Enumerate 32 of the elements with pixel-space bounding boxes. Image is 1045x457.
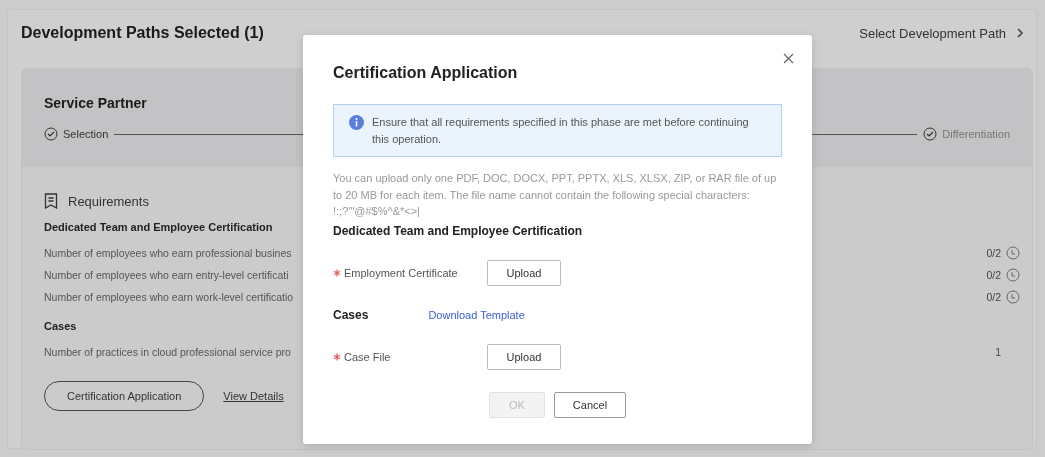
requirement-count: 0/2 [986, 291, 1001, 303]
section-title: Cases [333, 307, 369, 322]
upload-button[interactable]: Upload [487, 259, 561, 286]
select-path-link[interactable]: Select Development Path [859, 25, 1024, 41]
path-name: Service Partner [44, 95, 148, 111]
group-title: Cases [44, 320, 77, 332]
requirement-count: 0/2 [986, 247, 1001, 259]
group-title: Dedicated Team and Employee Certification [44, 221, 273, 233]
page-title: Development Paths Selected (1) [21, 24, 264, 42]
close-icon[interactable] [783, 53, 794, 64]
requirement-count: 0/2 [986, 269, 1001, 281]
dialog-title: Certification Application [333, 64, 519, 82]
field-label: Case File [344, 350, 391, 363]
info-icon [349, 115, 364, 130]
view-details-link[interactable]: View Details [223, 390, 284, 402]
upload-hint: You can upload only one PDF, DOC, DOCX, PPT, PPTX, XLS, XLSX, ZIP, or RAR file of up to 20 MB for each item. The file name cannot contain the following special characters: !:;?'"@#$%^&*<>| [333, 171, 778, 219]
upload-button[interactable]: Upload [487, 343, 561, 370]
download-template-link[interactable]: Download Template [428, 308, 525, 321]
requirement-text: Number of practices in cloud professional service pro [44, 346, 291, 358]
step-label: Selection [63, 128, 109, 140]
chevron-right-icon [1016, 27, 1024, 39]
document-icon [44, 193, 58, 209]
requirement-text: Number of employees who earn professional busines [44, 247, 292, 259]
requirement-text: Number of employees who earn work-level certificatio [44, 291, 294, 303]
requirement-text: Number of employees who earn entry-level certificati [44, 269, 289, 281]
section-title: Dedicated Team and Employee Certification [333, 223, 583, 238]
step-label: Differentiation [942, 128, 1010, 140]
dialog-button[interactable]: Cancel [553, 391, 627, 418]
field-label: Employment Certificate [344, 266, 458, 279]
requirements-title: Requirements [68, 193, 149, 209]
notice-text: Ensure that all requirements specified in this phase are met before continuing this operation. [372, 115, 750, 147]
requirement-count: 1 [995, 346, 1001, 358]
